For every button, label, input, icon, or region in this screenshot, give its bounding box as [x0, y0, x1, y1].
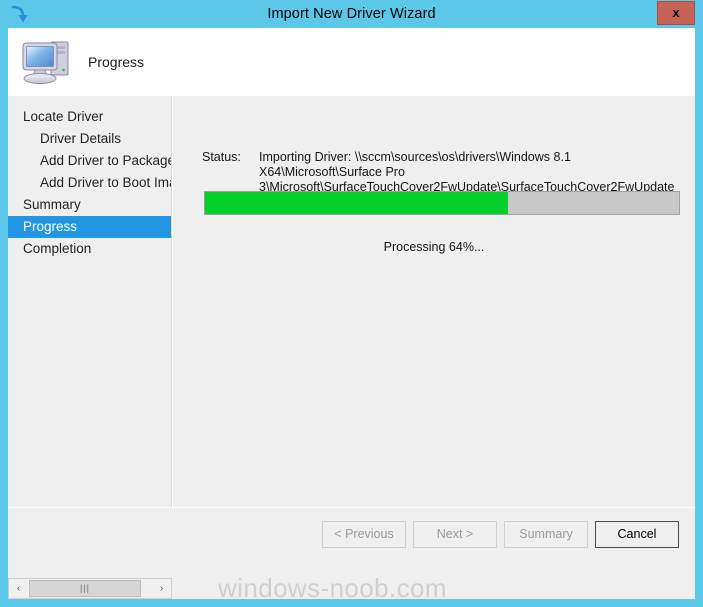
- wizard-window: Import New Driver Wizard x Progress Loca…: [0, 0, 703, 607]
- sidebar-item-progress[interactable]: Progress: [8, 216, 171, 238]
- computer-icon: [18, 34, 76, 88]
- horizontal-scrollbar[interactable]: ‹ ||| ›: [8, 578, 172, 599]
- page-title: Progress: [88, 54, 145, 70]
- sidebar-item-driver-details[interactable]: Driver Details: [8, 128, 171, 150]
- wizard-header: Progress: [8, 28, 695, 96]
- client-area: Progress Locate Driver Driver Details Ad…: [8, 28, 695, 599]
- next-button[interactable]: Next >: [413, 521, 497, 548]
- sidebar-item-summary[interactable]: Summary: [8, 194, 171, 216]
- progress-bar: [204, 191, 680, 215]
- close-button[interactable]: x: [657, 1, 695, 25]
- summary-button[interactable]: Summary: [504, 521, 588, 548]
- sidebar-item-add-driver-to-boot-images[interactable]: Add Driver to Boot Images: [8, 172, 171, 194]
- scroll-right-arrow-icon[interactable]: ›: [152, 579, 171, 598]
- scrollbar-thumb[interactable]: |||: [29, 580, 141, 597]
- title-bar: Import New Driver Wizard x: [0, 0, 703, 28]
- window-title: Import New Driver Wizard: [267, 6, 436, 22]
- progress-bar-fill: [205, 192, 509, 214]
- status-label: Status:: [202, 150, 241, 164]
- sidebar-item-locate-driver[interactable]: Locate Driver: [8, 106, 171, 128]
- scroll-left-arrow-icon[interactable]: ‹: [9, 579, 28, 598]
- sidebar-item-add-driver-to-packages[interactable]: Add Driver to Packages: [8, 150, 171, 172]
- cancel-button[interactable]: Cancel: [595, 521, 679, 548]
- progress-caption: Processing 64%...: [383, 240, 485, 254]
- sidebar-item-completion[interactable]: Completion: [8, 238, 171, 260]
- previous-button[interactable]: < Previous: [322, 521, 406, 548]
